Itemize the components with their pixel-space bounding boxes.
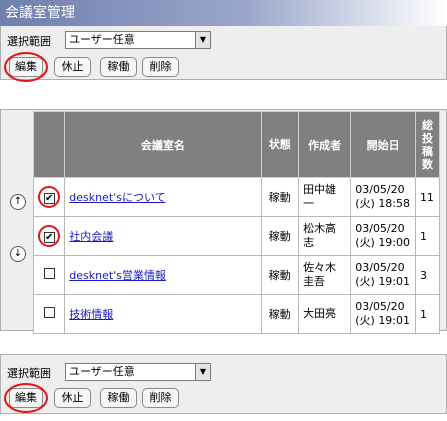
row-checkbox-cell: ✔ — [32, 216, 66, 256]
range-select[interactable]: ユーザー任意 ▼ — [65, 363, 211, 381]
start-date: 03/05/20 — [355, 261, 405, 274]
table-row: 技術情報 稼動 大田亮 03/05/20 (火) 19:01 1 — [32, 294, 441, 334]
room-name-cell: 技術情報 — [64, 294, 262, 334]
room-name-cell: 社内会議 — [64, 216, 262, 256]
start-time: (火) 19:00 — [355, 236, 411, 249]
header-start-date: 開始日 — [350, 111, 416, 178]
start-date-cell: 03/05/20 (火) 19:01 — [350, 255, 416, 295]
creator-cell: 佐々木圭吾 — [298, 255, 352, 295]
row-checkbox-cell: ✔ — [32, 177, 66, 217]
activate-button[interactable]: 稼働 — [100, 57, 137, 77]
creator-cell: 大田亮 — [298, 294, 352, 334]
range-label: 選択範囲 — [7, 35, 51, 48]
row-checkbox-cell — [32, 255, 66, 295]
post-count-cell: 11 — [414, 177, 441, 217]
creator-cell: 松木高志 — [298, 216, 352, 256]
table-row: ✔ desknet'sについて 稼動 田中雄一 03/05/20 (火) 18:5… — [32, 177, 441, 217]
post-count-cell: 1 — [414, 216, 441, 256]
delete-button[interactable]: 削除 — [142, 388, 179, 408]
header-status: 状態 — [260, 111, 300, 178]
top-control-panel: 選択範囲 ユーザー任意 ▼ 編集 休止 稼働 削除 — [0, 26, 447, 82]
row-checkbox-cell — [32, 294, 66, 334]
row-checkbox[interactable]: ✔ — [43, 231, 55, 243]
table-header-row: 会議室名 状態 作成者 開始日 総投稿数 — [32, 111, 441, 178]
delete-button[interactable]: 削除 — [142, 57, 179, 77]
edit-button[interactable]: 編集 — [9, 388, 43, 408]
room-link[interactable]: desknet's営業情報 — [69, 269, 166, 282]
row-checkbox[interactable] — [43, 268, 55, 279]
status-cell: 稼動 — [260, 294, 300, 334]
creator-cell: 田中雄一 — [298, 177, 352, 217]
range-select-value: ユーザー任意 — [69, 365, 135, 378]
edit-button[interactable]: 編集 — [9, 57, 43, 77]
status-cell: 稼動 — [260, 255, 300, 295]
room-name-cell: desknet's営業情報 — [64, 255, 262, 295]
table-row: ✔ 社内会議 稼動 松木高志 03/05/20 (火) 19:00 1 — [32, 216, 441, 256]
down-arrow-icon[interactable]: ↓ — [10, 246, 26, 262]
range-label: 選択範囲 — [7, 367, 51, 380]
start-date: 03/05/20 — [355, 300, 405, 313]
start-date: 03/05/20 — [355, 222, 405, 235]
post-count-cell: 1 — [414, 294, 441, 334]
header-creator: 作成者 — [298, 111, 352, 178]
bottom-control-panel: 選択範囲 ユーザー任意 ▼ 編集 休止 稼働 削除 — [0, 354, 447, 414]
header-post-count: 総投稿数 — [414, 111, 441, 178]
range-select-value: ユーザー任意 — [69, 33, 135, 46]
room-link[interactable]: desknet'sについて — [69, 191, 165, 204]
range-select[interactable]: ユーザー任意 ▼ — [65, 31, 211, 49]
dropdown-arrow-icon[interactable]: ▼ — [195, 363, 211, 381]
header-room-name: 会議室名 — [64, 111, 262, 178]
room-link[interactable]: 技術情報 — [69, 308, 113, 321]
start-time: (火) 18:58 — [355, 197, 411, 210]
row-checkbox[interactable]: ✔ — [43, 192, 55, 204]
post-count-cell: 3 — [414, 255, 441, 295]
start-date-cell: 03/05/20 (火) 19:01 — [350, 294, 416, 334]
room-name-cell: desknet'sについて — [64, 177, 262, 217]
dropdown-arrow-icon[interactable]: ▼ — [195, 31, 211, 49]
room-table: 会議室名 状態 作成者 開始日 総投稿数 ✔ desknet'sについて 稼動 … — [32, 111, 441, 334]
table-row: desknet's営業情報 稼動 佐々木圭吾 03/05/20 (火) 19:01… — [32, 255, 441, 295]
row-checkbox[interactable] — [43, 307, 55, 318]
header-select — [32, 111, 66, 178]
start-date: 03/05/20 — [355, 183, 405, 196]
page-title: 会議室管理 — [0, 0, 447, 26]
start-date-cell: 03/05/20 (火) 18:58 — [350, 177, 416, 217]
start-time: (火) 19:01 — [355, 275, 411, 288]
up-arrow-icon[interactable]: ↑ — [10, 194, 26, 210]
pause-button[interactable]: 休止 — [54, 57, 91, 77]
start-time: (火) 19:01 — [355, 314, 411, 327]
start-date-cell: 03/05/20 (火) 19:00 — [350, 216, 416, 256]
pause-button[interactable]: 休止 — [54, 388, 91, 408]
status-cell: 稼動 — [260, 177, 300, 217]
status-cell: 稼動 — [260, 216, 300, 256]
activate-button[interactable]: 稼働 — [100, 388, 137, 408]
room-link[interactable]: 社内会議 — [69, 230, 113, 243]
